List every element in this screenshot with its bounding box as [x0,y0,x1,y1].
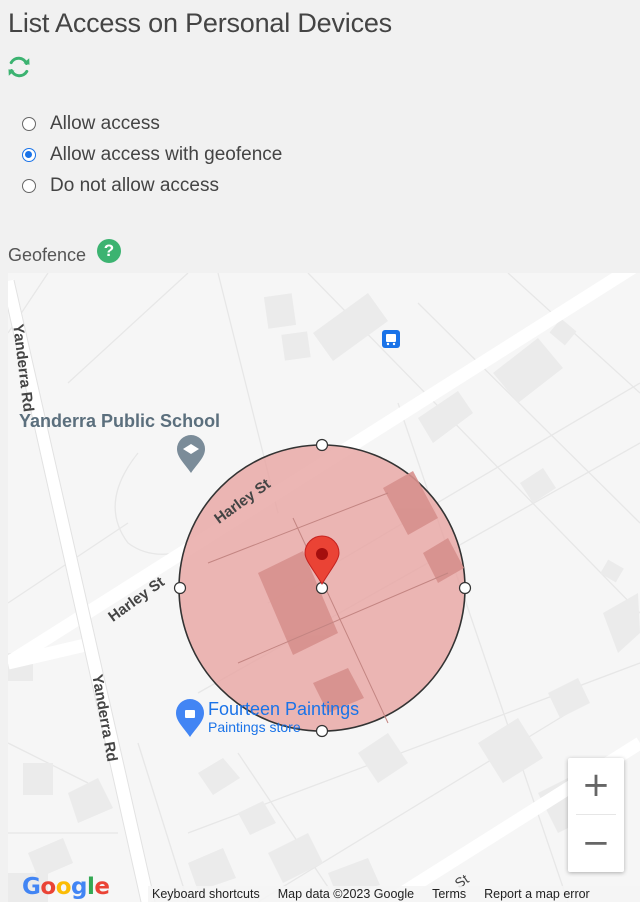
radio-do-not-allow[interactable]: Do not allow access [22,170,282,201]
page-title: List Access on Personal Devices [8,8,392,38]
geofence-label: Geofence [8,245,87,265]
radio-allow-access-geofence[interactable]: Allow access with geofence [22,139,282,170]
radio-label: Allow access [50,112,160,134]
zoom-divider [576,814,616,815]
report-map-error-link[interactable]: Report a map error [484,887,590,901]
zoom-in-button[interactable]: + [568,758,624,814]
zoom-controls: + − [568,758,624,872]
place-label-fourteen-paintings[interactable]: Fourteen Paintings [208,699,359,720]
keyboard-shortcuts-link[interactable]: Keyboard shortcuts [152,887,260,901]
geofence-map[interactable]: Yanderra Rd Harley St Harley St Yanderra… [8,273,640,902]
place-sublabel-paintings-store: Paintings store [208,719,301,735]
access-options-group: Allow access Allow access with geofence … [22,108,282,201]
help-icon[interactable]: ? [97,239,121,263]
radio-allow-access[interactable]: Allow access [22,108,282,139]
map-canvas [8,273,640,902]
zoom-out-button[interactable]: − [568,816,624,872]
radio-button[interactable] [22,178,36,193]
map-data-attribution: Map data ©2023 Google [277,887,415,901]
google-logo: Google [22,874,110,900]
radio-label: Allow access with geofence [50,143,283,165]
radio-button-selected[interactable] [22,147,36,162]
terms-link[interactable]: Terms [432,887,466,901]
radio-label: Do not allow access [50,174,219,196]
place-label-school[interactable]: Yanderra Public School [19,411,220,432]
refresh-icon[interactable] [6,54,32,80]
map-footer: Keyboard shortcuts Map data ©2023 Google… [148,886,640,902]
radio-button[interactable] [22,116,36,131]
